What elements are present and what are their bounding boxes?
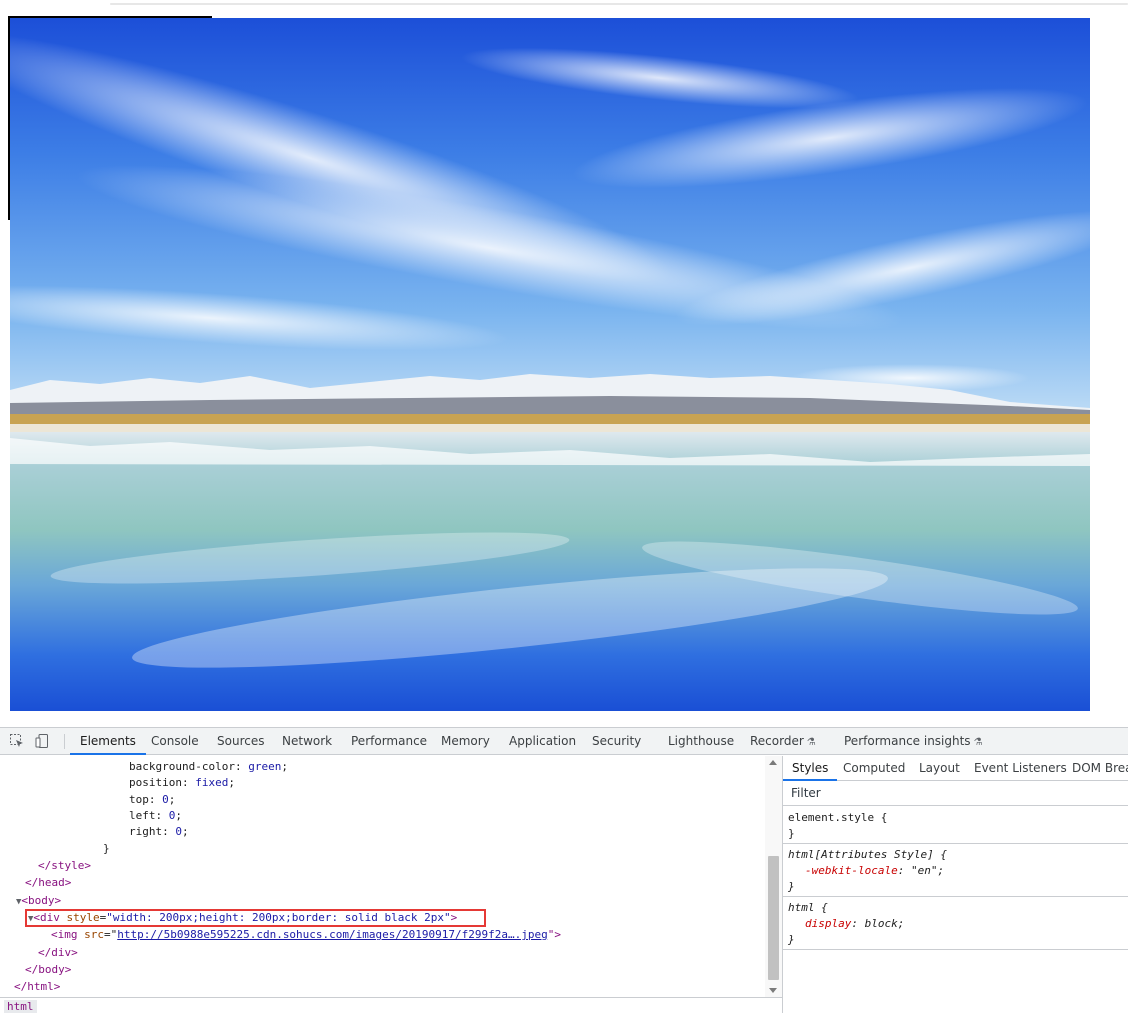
- devtools-panel: Elements Console Sources Network Perform…: [0, 727, 1128, 1013]
- code-line-body-open[interactable]: ▼<body>: [16, 892, 61, 909]
- code-line-left[interactable]: left: 0;: [129, 807, 182, 824]
- tab-sources[interactable]: Sources: [217, 728, 264, 755]
- breadcrumb-item-html[interactable]: html: [4, 1000, 37, 1013]
- rule-html-attributes-style[interactable]: html[Attributes Style] { -webkit-locale:…: [783, 845, 1128, 897]
- devtools-tabbar: Elements Console Sources Network Perform…: [0, 728, 1128, 755]
- tab-application[interactable]: Application: [509, 728, 576, 755]
- scroll-up-icon[interactable]: [769, 760, 777, 765]
- filter-placeholder: Filter: [791, 786, 821, 800]
- inspect-element-icon[interactable]: [9, 733, 25, 749]
- page-viewport: [0, 0, 1128, 727]
- code-line-div-close[interactable]: </div>: [38, 944, 78, 961]
- tab-security[interactable]: Security: [592, 728, 641, 755]
- tab-console[interactable]: Console: [151, 728, 199, 755]
- scroll-thumb[interactable]: [768, 856, 779, 980]
- top-strip: [0, 0, 1128, 8]
- tab-recorder[interactable]: Recorder ⚗: [750, 728, 816, 755]
- code-line-right[interactable]: right: 0;: [129, 823, 189, 840]
- tab-layout[interactable]: Layout: [919, 756, 960, 781]
- img-src-link[interactable]: http://5b0988e595225.cdn.sohucs.com/imag…: [117, 928, 547, 941]
- tab-network[interactable]: Network: [282, 728, 332, 755]
- code-line-html-close[interactable]: </html>: [14, 978, 60, 995]
- tab-performance-insights[interactable]: Performance insights ⚗: [844, 728, 983, 755]
- tab-event-listeners[interactable]: Event Listeners: [974, 756, 1067, 781]
- property-display[interactable]: display: [805, 917, 851, 930]
- breadcrumb: html: [0, 997, 782, 1013]
- flask-icon: ⚗: [806, 737, 816, 748]
- landscape-photo: [10, 18, 1090, 711]
- tab-performance-insights-label: Performance insights: [844, 734, 971, 748]
- tab-elements[interactable]: Elements: [70, 728, 146, 755]
- code-line-background-color[interactable]: background-color: green;: [129, 758, 288, 775]
- styles-tabbar: Styles Computed Layout Event Listeners D…: [783, 756, 1128, 781]
- tab-recorder-label: Recorder: [750, 734, 804, 748]
- code-line-position[interactable]: position: fixed;: [129, 774, 235, 791]
- elements-scrollbar[interactable]: [765, 756, 782, 997]
- tab-memory[interactable]: Memory: [441, 728, 490, 755]
- tab-dom-breakpoints[interactable]: DOM Breal: [1072, 756, 1128, 781]
- code-line-top[interactable]: top: 0;: [129, 791, 175, 808]
- device-toolbar-icon[interactable]: [35, 733, 51, 749]
- styles-filter-input[interactable]: Filter: [783, 782, 1128, 806]
- property-webkit-locale[interactable]: -webkit-locale: [805, 864, 898, 877]
- code-line-body-close[interactable]: </body>: [25, 961, 71, 978]
- code-line-close-brace[interactable]: }: [103, 840, 110, 857]
- code-line-style-close[interactable]: </style>: [38, 857, 91, 874]
- code-line-head-close[interactable]: </head>: [25, 874, 71, 891]
- code-line-img[interactable]: <img src="http://5b0988e595225.cdn.sohuc…: [51, 926, 561, 943]
- tab-computed[interactable]: Computed: [843, 756, 905, 781]
- styles-panel: Styles Computed Layout Event Listeners D…: [782, 756, 1128, 1013]
- rule-html[interactable]: html { display: block; }: [783, 898, 1128, 950]
- rule-element-style[interactable]: element.style { }: [783, 808, 1128, 844]
- tab-styles[interactable]: Styles: [783, 756, 838, 781]
- tab-performance[interactable]: Performance: [351, 728, 427, 755]
- tab-lighthouse[interactable]: Lighthouse: [668, 728, 734, 755]
- selected-node-highlight: [25, 909, 486, 927]
- elements-tree[interactable]: ​ background-color: green; position: fix…: [0, 756, 782, 997]
- flask-icon: ⚗: [973, 737, 983, 748]
- scroll-down-icon[interactable]: [769, 988, 777, 993]
